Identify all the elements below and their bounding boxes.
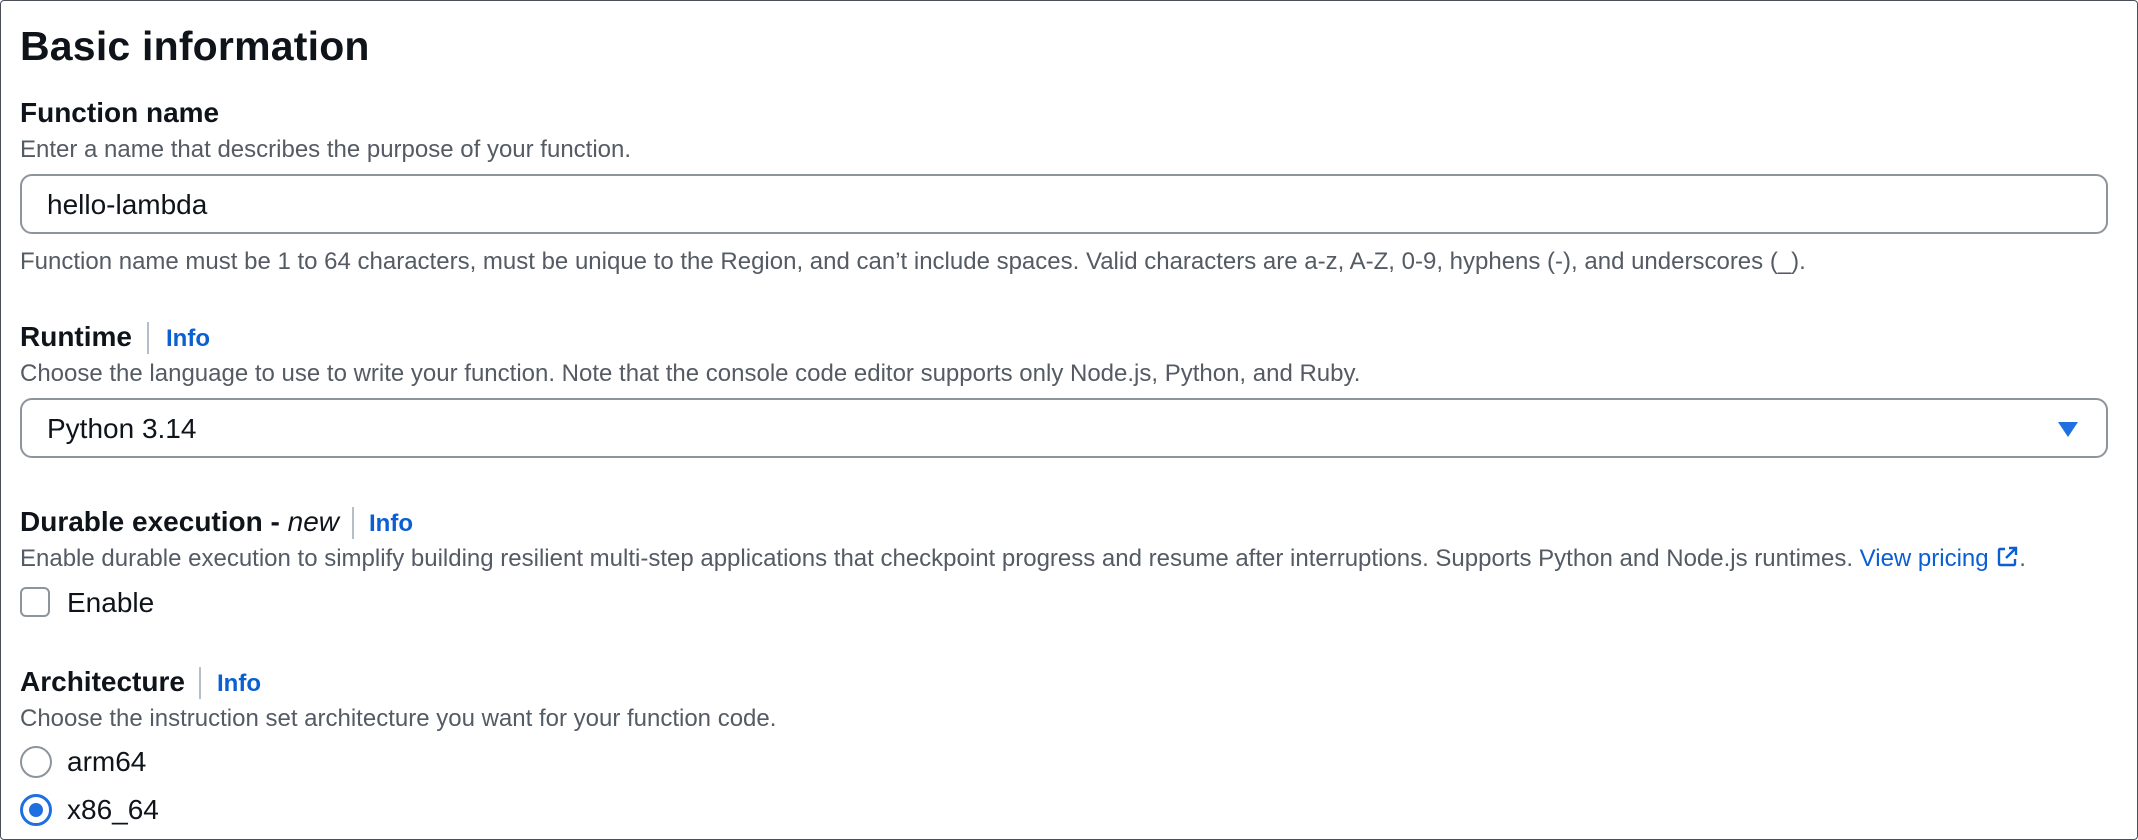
function-name-input[interactable]: hello-lambda: [20, 174, 2108, 234]
view-pricing-label: View pricing: [1859, 545, 1989, 572]
durable-execution-label-text: Durable execution -: [20, 506, 288, 537]
architecture-info-link[interactable]: Info: [217, 670, 261, 698]
architecture-label: Architecture: [20, 666, 185, 697]
function-name-constraint: Function name must be 1 to 64 characters…: [20, 248, 1806, 275]
arm64-radio[interactable]: [20, 746, 52, 778]
x86-64-label: x86_64: [67, 794, 159, 825]
runtime-info-link[interactable]: Info: [166, 325, 210, 353]
section-title: Basic information: [20, 23, 370, 69]
runtime-label: Runtime: [20, 321, 132, 352]
runtime-separator: [147, 322, 149, 354]
basic-information-panel: Basic information Function name Enter a …: [0, 0, 2138, 840]
durable-separator: [352, 507, 354, 539]
enable-checkbox-label: Enable: [67, 587, 155, 618]
function-name-label: Function name: [20, 97, 220, 128]
caret-down-icon: [2058, 422, 2078, 437]
architecture-description: Choose the instruction set architecture …: [20, 705, 777, 732]
runtime-selected-value: Python 3.14: [47, 413, 197, 444]
view-pricing-link[interactable]: View pricing: [1860, 545, 2020, 572]
function-name-value: hello-lambda: [47, 189, 208, 220]
durable-trailing: .: [2019, 545, 2026, 572]
durable-description-text: Enable durable execution to simplify bui…: [20, 545, 1853, 572]
function-name-description: Enter a name that describes the purpose …: [20, 136, 632, 163]
external-link-icon: [1998, 546, 2018, 567]
new-badge: new: [287, 506, 339, 537]
durable-description: Enable durable execution to simplify bui…: [20, 545, 2026, 573]
x86-64-radio[interactable]: [20, 794, 52, 826]
enable-checkbox[interactable]: [20, 587, 50, 617]
architecture-separator: [199, 667, 201, 699]
arm64-label: arm64: [67, 746, 147, 777]
runtime-select[interactable]: Python 3.14: [20, 398, 2108, 458]
runtime-description: Choose the language to use to write your…: [20, 360, 1361, 387]
durable-execution-label: Durable execution - new: [20, 506, 339, 538]
durable-info-link[interactable]: Info: [369, 510, 413, 538]
